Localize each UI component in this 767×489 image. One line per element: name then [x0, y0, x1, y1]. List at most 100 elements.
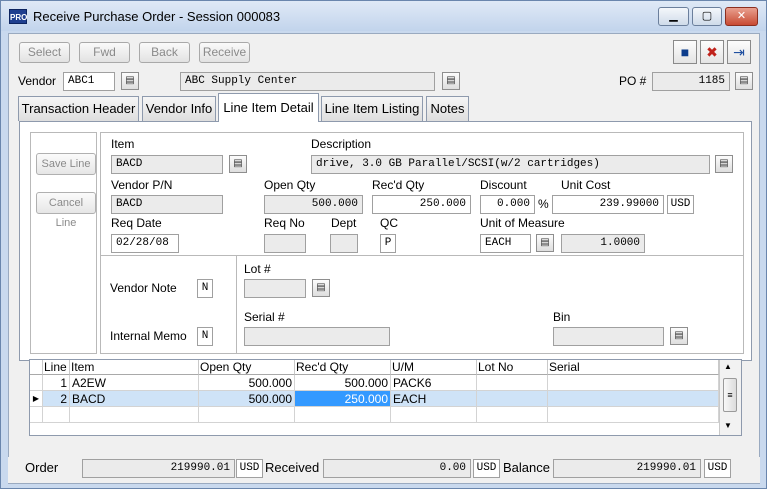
- fwd-button[interactable]: Fwd: [79, 42, 130, 63]
- row-indicator: [30, 375, 43, 391]
- empty-cell[interactable]: [548, 407, 719, 423]
- table-row-line[interactable]: 2: [43, 391, 70, 407]
- tab-vendor-info[interactable]: Vendor Info: [142, 96, 216, 121]
- empty-cell[interactable]: [43, 407, 70, 423]
- table-row-lot[interactable]: [477, 375, 548, 391]
- dept-field[interactable]: [330, 234, 358, 253]
- qc-field[interactable]: P: [380, 234, 396, 253]
- maximize-button[interactable]: ▢: [692, 7, 722, 26]
- vendor-note-label: Vendor Note: [110, 281, 177, 295]
- lot-lookup-button[interactable]: ▤: [312, 279, 330, 297]
- table-row-item[interactable]: BACD: [70, 391, 199, 407]
- req-no-field[interactable]: [264, 234, 306, 253]
- col-line[interactable]: Line: [43, 360, 70, 375]
- lookup-icon: ▤: [125, 75, 135, 86]
- col-lot-no[interactable]: Lot No: [477, 360, 548, 375]
- vendor-note-field[interactable]: N: [197, 279, 213, 298]
- grid-scrollbar[interactable]: ▲ ≡ ▼: [719, 360, 741, 435]
- scroll-up-icon[interactable]: ▲: [724, 362, 732, 371]
- table-row-open-qty[interactable]: 500.000: [199, 391, 295, 407]
- table-row-lot[interactable]: [477, 391, 548, 407]
- empty-cell[interactable]: [295, 407, 391, 423]
- uom-lookup-button[interactable]: ▤: [536, 234, 554, 252]
- tab-line-item-detail[interactable]: Line Item Detail: [218, 93, 319, 122]
- tab-notes[interactable]: Notes: [426, 96, 469, 121]
- discount-field[interactable]: 0.000: [480, 195, 535, 214]
- lookup-icon: ▤: [739, 75, 749, 86]
- tab-transaction-header[interactable]: Transaction Header: [18, 96, 139, 121]
- save-line-button[interactable]: Save Line: [36, 153, 96, 175]
- empty-cell[interactable]: [477, 407, 548, 423]
- col-um[interactable]: U/M: [391, 360, 477, 375]
- delete-tool-button[interactable]: ✖: [700, 40, 724, 64]
- table-row-serial[interactable]: [548, 375, 719, 391]
- lot-field[interactable]: [244, 279, 306, 298]
- table-row-line[interactable]: 1: [43, 375, 70, 391]
- bin-label: Bin: [553, 310, 571, 324]
- table-row-item[interactable]: A2EW: [70, 375, 199, 391]
- description-field[interactable]: drive, 3.0 GB Parallel/SCSI(w/2 cartridg…: [311, 155, 710, 174]
- percent-sign: %: [538, 197, 549, 211]
- minimize-button[interactable]: ▁: [658, 7, 689, 26]
- po-lookup-button[interactable]: ▤: [735, 72, 753, 90]
- item-label: Item: [111, 137, 135, 151]
- table-row-serial[interactable]: [548, 391, 719, 407]
- uom-field[interactable]: EACH: [480, 234, 531, 253]
- serial-label: Serial #: [244, 310, 285, 324]
- uom-factor-field: 1.0000: [561, 234, 645, 253]
- item-field[interactable]: BACD: [111, 155, 223, 174]
- col-item[interactable]: Item: [70, 360, 199, 375]
- col-serial[interactable]: Serial: [548, 360, 719, 375]
- dept-label: Dept: [331, 216, 357, 230]
- bin-lookup-button[interactable]: ▤: [670, 327, 688, 345]
- vendor-name-field: ABC Supply Center: [180, 72, 435, 91]
- empty-cell[interactable]: [70, 407, 199, 423]
- col-recd-qty[interactable]: Rec'd Qty: [295, 360, 391, 375]
- balance-label: Balance: [503, 460, 550, 475]
- close-button[interactable]: ✕: [725, 7, 758, 26]
- received-total-field: 0.00: [323, 459, 471, 478]
- open-qty-field: 500.000: [264, 195, 363, 214]
- received-currency: USD: [473, 459, 500, 478]
- receive-button[interactable]: Receive: [199, 42, 250, 63]
- req-date-label: Req Date: [111, 216, 162, 230]
- serial-field[interactable]: [244, 327, 390, 346]
- select-button[interactable]: Select: [19, 42, 70, 63]
- exit-tool-button[interactable]: ⇥: [727, 40, 751, 64]
- window-title: Receive Purchase Order - Session 000083: [33, 9, 281, 24]
- qc-label: QC: [380, 216, 398, 230]
- scroll-thumb[interactable]: ≡: [723, 378, 737, 412]
- save-icon: ■: [680, 44, 690, 60]
- col-open-qty[interactable]: Open Qty: [199, 360, 295, 375]
- table-row-um[interactable]: EACH: [391, 391, 477, 407]
- cancel-line-button[interactable]: Cancel Line: [36, 192, 96, 229]
- open-qty-label: Open Qty: [264, 178, 316, 192]
- table-row-recd-qty[interactable]: 500.000: [295, 375, 391, 391]
- vendor-lookup-button[interactable]: ▤: [121, 72, 139, 90]
- save-tool-button[interactable]: ■: [673, 40, 697, 64]
- empty-cell[interactable]: [391, 407, 477, 423]
- tab-line-item-listing[interactable]: Line Item Listing: [321, 96, 423, 121]
- table-row-um[interactable]: PACK6: [391, 375, 477, 391]
- item-lookup-button[interactable]: ▤: [229, 155, 247, 173]
- req-date-field[interactable]: 02/28/08: [111, 234, 179, 253]
- vendor-code-field[interactable]: ABC1: [63, 72, 115, 91]
- bin-field[interactable]: [553, 327, 664, 346]
- vendor-name-lookup-button[interactable]: ▤: [442, 72, 460, 90]
- delete-icon: ✖: [706, 44, 718, 60]
- exit-icon: ⇥: [733, 44, 745, 60]
- recd-qty-label: Rec'd Qty: [372, 178, 425, 192]
- empty-cell[interactable]: [199, 407, 295, 423]
- back-button[interactable]: Back: [139, 42, 190, 63]
- po-number-field[interactable]: 1185: [652, 72, 730, 91]
- internal-memo-field[interactable]: N: [197, 327, 213, 346]
- unit-cost-field[interactable]: 239.99000: [552, 195, 664, 214]
- vendor-pn-field[interactable]: BACD: [111, 195, 223, 214]
- description-lookup-button[interactable]: ▤: [715, 155, 733, 173]
- recd-qty-field[interactable]: 250.000: [372, 195, 471, 214]
- table-row-recd-qty[interactable]: 250.000: [295, 391, 391, 407]
- vendor-label: Vendor: [18, 74, 57, 88]
- table-row-open-qty[interactable]: 500.000: [199, 375, 295, 391]
- scroll-down-icon[interactable]: ▼: [724, 421, 732, 430]
- line-items-grid[interactable]: Line Item Open Qty Rec'd Qty U/M Lot No …: [29, 359, 742, 436]
